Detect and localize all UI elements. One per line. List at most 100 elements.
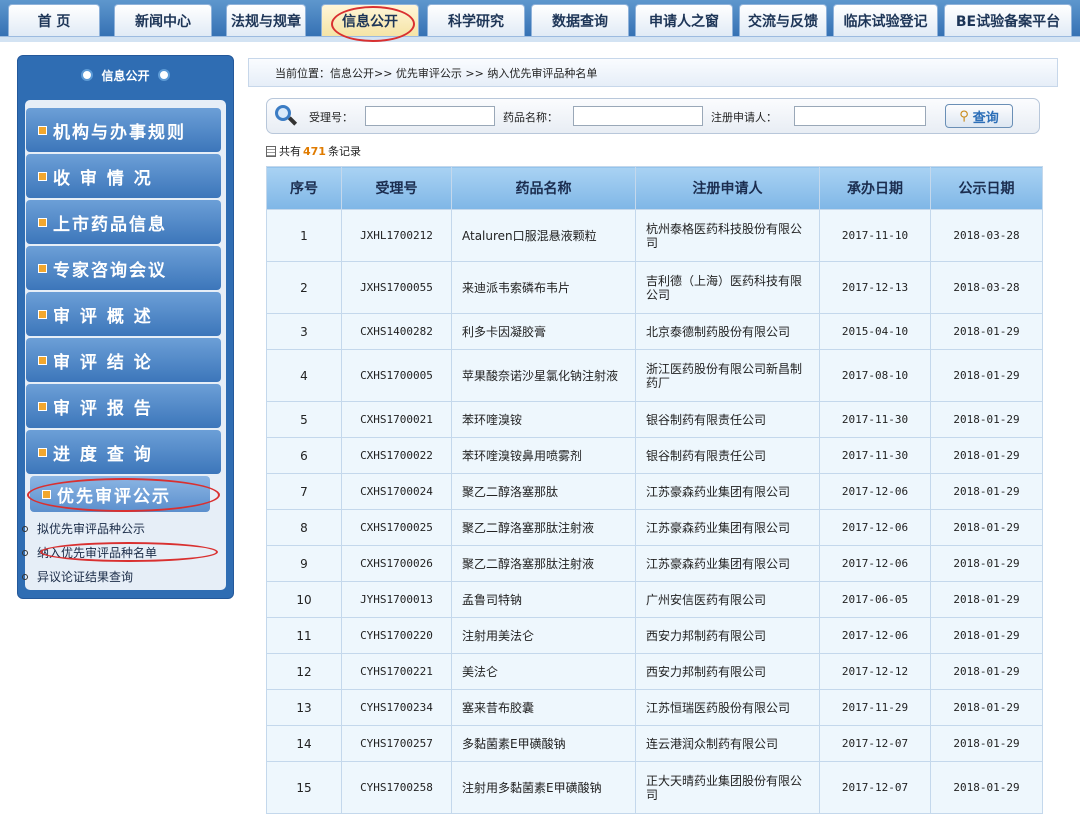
cell-index: 15 bbox=[266, 761, 342, 814]
cell-accept-no: CYHS1700258 bbox=[341, 761, 452, 814]
cell-accept-no: CYHS1700257 bbox=[341, 725, 452, 762]
cell-accept-no: JYHS1700013 bbox=[341, 581, 452, 618]
bullet-icon bbox=[22, 573, 28, 580]
cell-undertake-date: 2017-12-06 bbox=[819, 617, 931, 654]
sidebar-item-review-overview[interactable]: 审 评 概 述 bbox=[26, 292, 221, 336]
cell-undertake-date: 2015-04-10 bbox=[819, 313, 931, 350]
cell-drug-name: 注射用多黏菌素E甲磺酸钠 bbox=[451, 761, 636, 814]
table-row[interactable]: 1 JXHL1700212 Ataluren口服混悬液颗粒 杭州泰格医药科技股份有限公… bbox=[266, 209, 1043, 262]
cell-publish-date: 2018-01-29 bbox=[930, 581, 1043, 618]
cell-drug-name: 苯环喹溴铵 bbox=[451, 401, 636, 438]
cell-drug-name: 苹果酸奈诺沙星氯化钠注射液 bbox=[451, 349, 636, 402]
sidebar-item-acceptance[interactable]: 收 审 情 况 bbox=[26, 154, 221, 198]
cell-applicant: 江苏豪森药业集团有限公司 bbox=[635, 509, 820, 546]
cell-publish-date: 2018-01-29 bbox=[930, 653, 1043, 690]
cell-undertake-date: 2017-12-06 bbox=[819, 473, 931, 510]
table-row[interactable]: 10 JYHS1700013 孟鲁司特钠 广州安信医药有限公司 2017-06-05 20… bbox=[266, 581, 1043, 618]
cell-undertake-date: 2017-08-10 bbox=[819, 349, 931, 402]
bullet-icon bbox=[22, 525, 28, 532]
sidebar-item-label: 审 评 报 告 bbox=[53, 398, 153, 419]
accept-no-input[interactable] bbox=[365, 106, 495, 126]
tab-clinical-trial[interactable]: 临床试验登记 bbox=[833, 4, 938, 36]
cell-publish-date: 2018-01-29 bbox=[930, 437, 1043, 474]
drug-name-input[interactable] bbox=[573, 106, 703, 126]
bullet-icon bbox=[157, 69, 170, 81]
sidebar-title: 信息公开 bbox=[101, 68, 150, 83]
sidebar-item-label: 上市药品信息 bbox=[53, 214, 167, 235]
cell-drug-name: 塞来昔布胶囊 bbox=[451, 689, 636, 726]
nav-strip bbox=[0, 36, 1080, 42]
cell-accept-no: CXHS1700026 bbox=[341, 545, 452, 582]
table-row[interactable]: 5 CXHS1700021 苯环喹溴铵 银谷制药有限责任公司 2017-11-30 201… bbox=[266, 401, 1043, 438]
query-button[interactable]: ⚲ 查询 bbox=[945, 104, 1013, 128]
cell-accept-no: JXHS1700055 bbox=[341, 261, 452, 314]
tab-applicant[interactable]: 申请人之窗 bbox=[635, 4, 733, 36]
rss-icon bbox=[38, 309, 47, 319]
cell-applicant: 江苏豪森药业集团有限公司 bbox=[635, 473, 820, 510]
cell-accept-no: CXHS1700022 bbox=[341, 437, 452, 474]
sidebar-header: 信息公开 bbox=[18, 56, 233, 94]
table-row[interactable]: 4 CXHS1700005 苹果酸奈诺沙星氯化钠注射液 浙江医药股份有限公司新昌制药厂… bbox=[266, 349, 1043, 402]
cell-undertake-date: 2017-12-07 bbox=[819, 725, 931, 762]
tab-info-public[interactable]: 信息公开 bbox=[321, 4, 419, 36]
cell-undertake-date: 2017-11-29 bbox=[819, 689, 931, 726]
sidebar-item-expert-meeting[interactable]: 专家咨询会议 bbox=[26, 246, 221, 290]
cell-drug-name: 注射用美法仑 bbox=[451, 617, 636, 654]
cell-accept-no: CXHS1700024 bbox=[341, 473, 452, 510]
sidebar-item-rules[interactable]: 机构与办事规则 bbox=[26, 108, 221, 152]
cell-drug-name: 利多卡因凝胶膏 bbox=[451, 313, 636, 350]
cell-accept-no: CXHS1700025 bbox=[341, 509, 452, 546]
cell-accept-no: CXHS1400282 bbox=[341, 313, 452, 350]
subitem-label: 纳入优先审评品种名单 bbox=[37, 546, 158, 560]
top-nav: 首 页 新闻中心 法规与规章 信息公开 科学研究 数据查询 申请人之窗 交流与反… bbox=[0, 0, 1080, 42]
table-row[interactable]: 8 CXHS1700025 聚乙二醇洛塞那肽注射液 江苏豪森药业集团有限公司 2017-… bbox=[266, 509, 1043, 546]
table-row[interactable]: 6 CXHS1700022 苯环喹溴铵鼻用喷雾剂 银谷制药有限责任公司 2017-11-… bbox=[266, 437, 1043, 474]
cell-applicant: 浙江医药股份有限公司新昌制药厂 bbox=[635, 349, 820, 402]
applicant-input[interactable] bbox=[794, 106, 926, 126]
sidebar-item-review-report[interactable]: 审 评 报 告 bbox=[26, 384, 221, 428]
table-row[interactable]: 13 CYHS1700234 塞来昔布胶囊 江苏恒瑞医药股份有限公司 2017-11-2… bbox=[266, 689, 1043, 726]
subitem-included-list[interactable]: 纳入优先审评品种名单 bbox=[22, 544, 157, 561]
cell-drug-name: 苯环喹溴铵鼻用喷雾剂 bbox=[451, 437, 636, 474]
table-row[interactable]: 12 CYHS1700221 美法仑 西安力邦制药有限公司 2017-12-12 2018… bbox=[266, 653, 1043, 690]
record-count: 共有 471 条记录 bbox=[266, 143, 361, 159]
table-row[interactable]: 2 JXHS1700055 来迪派韦索磷布韦片 吉利德（上海）医药科技有限公司 2017… bbox=[266, 261, 1043, 314]
subitem-objection-results[interactable]: 异议论证结果查询 bbox=[22, 568, 133, 585]
table-row[interactable]: 11 CYHS1700220 注射用美法仑 西安力邦制药有限公司 2017-12-06 2… bbox=[266, 617, 1043, 654]
rss-icon bbox=[42, 489, 51, 499]
cell-applicant: 北京泰德制药股份有限公司 bbox=[635, 313, 820, 350]
sidebar-item-priority-review[interactable]: 优先审评公示 bbox=[30, 476, 210, 512]
table-row[interactable]: 9 CXHS1700026 聚乙二醇洛塞那肽注射液 江苏豪森药业集团有限公司 2017-… bbox=[266, 545, 1043, 582]
table-row[interactable]: 15 CYHS1700258 注射用多黏菌素E甲磺酸钠 正大天晴药业集团股份有限公司 2… bbox=[266, 761, 1043, 814]
tab-regulations[interactable]: 法规与规章 bbox=[226, 4, 306, 36]
table-row[interactable]: 14 CYHS1700257 多黏菌素E甲磺酸钠 连云港润众制药有限公司 2017-12… bbox=[266, 725, 1043, 762]
cell-drug-name: 来迪派韦索磷布韦片 bbox=[451, 261, 636, 314]
results-table: 序号 受理号 药品名称 注册申请人 承办日期 公示日期 1 JXHL1700212… bbox=[266, 166, 1043, 814]
table-row[interactable]: 3 CXHS1400282 利多卡因凝胶膏 北京泰德制药股份有限公司 2015-04-1… bbox=[266, 313, 1043, 350]
cell-index: 9 bbox=[266, 545, 342, 582]
tab-home[interactable]: 首 页 bbox=[8, 4, 100, 36]
cell-undertake-date: 2017-12-12 bbox=[819, 653, 931, 690]
cell-applicant: 吉利德（上海）医药科技有限公司 bbox=[635, 261, 820, 314]
count-number: 471 bbox=[303, 144, 326, 158]
tab-data-query[interactable]: 数据查询 bbox=[531, 4, 629, 36]
tab-news[interactable]: 新闻中心 bbox=[114, 4, 212, 36]
tab-research[interactable]: 科学研究 bbox=[427, 4, 525, 36]
sidebar-item-marketed-drugs[interactable]: 上市药品信息 bbox=[26, 200, 221, 244]
cell-accept-no: CYHS1700221 bbox=[341, 653, 452, 690]
breadcrumb-text: 当前位置：信息公开>> 优先审评公示 >> 纳入优先审评品种名单 bbox=[275, 66, 598, 80]
subitem-proposed-priority[interactable]: 拟优先审评品种公示 bbox=[22, 520, 145, 537]
rss-icon bbox=[38, 263, 47, 273]
applicant-label: 注册申请人： bbox=[711, 111, 777, 124]
cell-publish-date: 2018-01-29 bbox=[930, 617, 1043, 654]
table-row[interactable]: 7 CXHS1700024 聚乙二醇洛塞那肽 江苏豪森药业集团有限公司 2017-12-… bbox=[266, 473, 1043, 510]
cell-publish-date: 2018-01-29 bbox=[930, 313, 1043, 350]
sidebar-item-review-conclusion[interactable]: 审 评 结 论 bbox=[26, 338, 221, 382]
tab-feedback[interactable]: 交流与反馈 bbox=[739, 4, 827, 36]
header-accept-no: 受理号 bbox=[341, 166, 452, 210]
sidebar-item-progress-query[interactable]: 进 度 查 询 bbox=[26, 430, 221, 474]
tab-be-platform[interactable]: BE试验备案平台 bbox=[944, 4, 1072, 36]
cell-undertake-date: 2017-12-07 bbox=[819, 761, 931, 814]
subitem-label: 拟优先审评品种公示 bbox=[37, 522, 146, 536]
cell-publish-date: 2018-01-29 bbox=[930, 509, 1043, 546]
